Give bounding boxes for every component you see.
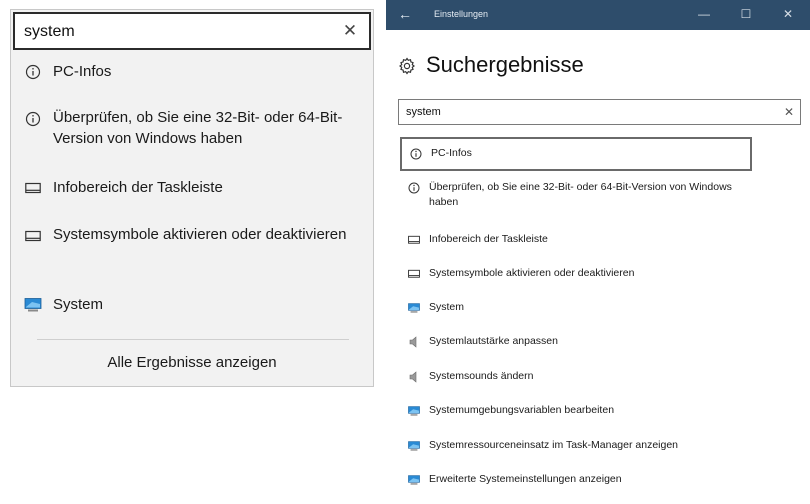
flyout-result-system[interactable]: System — [11, 293, 373, 317]
close-button[interactable]: ✕ — [780, 7, 796, 21]
clear-icon[interactable]: ✕ — [341, 21, 359, 41]
result-label: Erweiterte Systemeinstellungen anzeigen — [429, 473, 622, 485]
divider — [37, 339, 349, 340]
minimize-button[interactable]: — — [696, 7, 712, 21]
result-erweiterte-systemeinstellungen[interactable]: Erweiterte Systemeinstellungen anzeigen — [400, 472, 800, 490]
info-icon — [410, 148, 422, 160]
show-all-results-link[interactable]: Alle Ergebnisse anzeigen — [11, 354, 373, 371]
maximize-button[interactable]: ☐ — [738, 7, 754, 21]
flyout-result-systemsymbole[interactable]: Systemsymbole aktivieren oder deaktivier… — [11, 223, 373, 269]
result-label: Systemlautstärke anpassen — [429, 335, 558, 347]
gear-icon — [398, 57, 416, 75]
result-label: Systemsymbole aktivieren oder deaktivier… — [429, 267, 635, 279]
flyout-result-label: Überprüfen, ob Sie eine 32-Bit- oder 64-… — [53, 109, 343, 147]
speaker-icon — [408, 336, 420, 348]
monitor-icon — [408, 405, 420, 417]
result-ressourceneinsatz[interactable]: Systemressourceneinsatz im Task-Manager … — [400, 438, 800, 456]
flyout-result-pc-infos[interactable]: PC-Infos — [11, 60, 373, 84]
result-label: Infobereich der Taskleiste — [429, 233, 548, 245]
settings-window: ← Einstellungen — ☐ ✕ Suchergebnisse ✕ P… — [386, 0, 810, 504]
result-label: Überprüfen, ob Sie eine 32-Bit- oder 64-… — [429, 181, 732, 208]
back-arrow-icon[interactable]: ← — [398, 6, 412, 22]
result-infobereich[interactable]: Infobereich der Taskleiste — [400, 232, 800, 250]
result-system[interactable]: System — [400, 300, 800, 318]
taskbar-icon — [408, 234, 420, 246]
search-flyout: ✕ PC-Infos Überprüfen, ob Sie eine 32-Bi… — [10, 9, 374, 387]
settings-search-input[interactable] — [406, 104, 766, 120]
result-label: Systemressourceneinsatz im Task-Manager … — [429, 439, 679, 451]
monitor-icon — [408, 474, 420, 486]
taskbar-icon — [24, 227, 42, 245]
settings-search-box[interactable]: ✕ — [398, 99, 801, 125]
monitor-icon — [408, 440, 420, 452]
taskbar-icon — [24, 179, 42, 197]
info-icon — [24, 110, 42, 128]
result-systemlautstaerke[interactable]: Systemlautstärke anpassen — [400, 334, 800, 352]
flyout-search-input[interactable] — [24, 20, 324, 44]
result-bit-version[interactable]: Überprüfen, ob Sie eine 32-Bit- oder 64-… — [400, 180, 800, 212]
page-title: Suchergebnisse — [426, 52, 584, 77]
window-title: Einstellungen — [434, 9, 489, 19]
result-umgebungsvariablen[interactable]: Systemumgebungsvariablen bearbeiten — [400, 403, 800, 421]
flyout-result-infobereich[interactable]: Infobereich der Taskleiste — [11, 176, 373, 200]
result-label: System — [429, 301, 465, 313]
monitor-icon — [24, 296, 42, 314]
flyout-result-label: PC-Infos — [53, 63, 112, 80]
result-label: Systemumgebungsvariablen bearbeiten — [429, 404, 615, 416]
speaker-icon — [408, 371, 420, 383]
result-pc-infos[interactable]: PC-Infos — [400, 137, 752, 171]
monitor-icon — [408, 302, 420, 314]
result-label: Systemsounds ändern — [429, 370, 534, 382]
taskbar-icon — [408, 268, 420, 280]
flyout-result-bit-version[interactable]: Überprüfen, ob Sie eine 32-Bit- oder 64-… — [11, 106, 373, 152]
title-bar: ← Einstellungen — ☐ ✕ — [386, 0, 810, 30]
info-icon — [24, 63, 42, 81]
flyout-search-box[interactable]: ✕ — [13, 12, 371, 50]
flyout-result-label: Infobereich der Taskleiste — [53, 179, 223, 196]
flyout-result-label: Systemsymbole aktivieren oder deaktivier… — [53, 226, 347, 243]
result-systemsymbole[interactable]: Systemsymbole aktivieren oder deaktivier… — [400, 266, 800, 284]
flyout-result-label: System — [53, 296, 104, 313]
clear-icon[interactable]: ✕ — [784, 104, 794, 120]
info-icon — [408, 182, 420, 194]
result-label: PC-Infos — [431, 147, 472, 159]
result-systemsounds[interactable]: Systemsounds ändern — [400, 369, 800, 387]
